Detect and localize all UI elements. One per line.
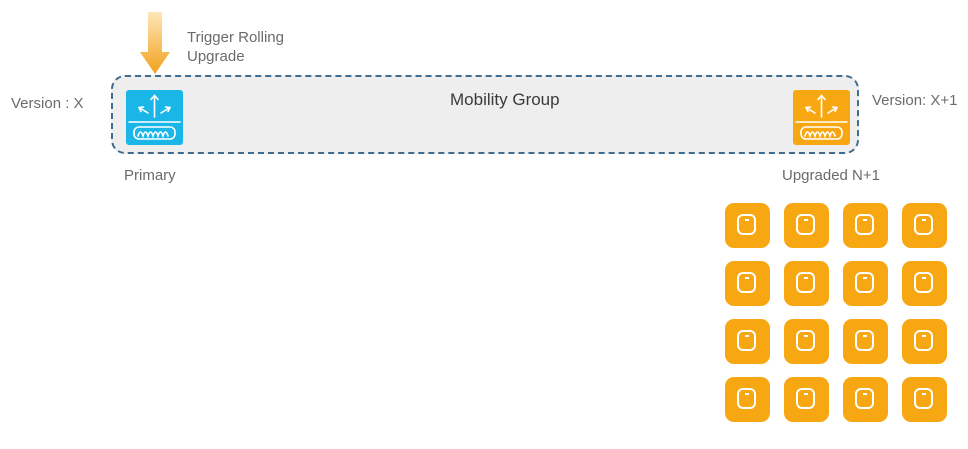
trigger-label-line2: Upgrade bbox=[187, 48, 245, 65]
access-point-glyph bbox=[855, 330, 874, 351]
access-point-icon bbox=[784, 377, 829, 422]
access-point-icon bbox=[784, 261, 829, 306]
access-point-glyph bbox=[737, 388, 756, 409]
upgraded-controller bbox=[793, 90, 850, 145]
access-point-icon bbox=[902, 319, 947, 364]
access-point-glyph bbox=[796, 388, 815, 409]
access-point-glyph bbox=[796, 272, 815, 293]
access-point-glyph bbox=[914, 272, 933, 293]
version-left-label: Version : X bbox=[11, 95, 84, 112]
access-point-glyph bbox=[914, 388, 933, 409]
access-point-glyph bbox=[796, 214, 815, 235]
access-point-glyph bbox=[914, 330, 933, 351]
mobility-group-title: Mobility Group bbox=[450, 90, 560, 109]
down-arrow-icon bbox=[140, 12, 170, 74]
access-point-icon bbox=[902, 261, 947, 306]
access-point-grid bbox=[725, 203, 947, 423]
access-point-glyph bbox=[855, 214, 874, 235]
access-point-icon bbox=[725, 377, 770, 422]
access-point-icon bbox=[902, 377, 947, 422]
access-point-icon bbox=[843, 203, 888, 248]
trigger-rolling-upgrade-label: Trigger Rolling Upgrade bbox=[187, 28, 284, 66]
access-point-glyph bbox=[855, 272, 874, 293]
wireless-controller-icon bbox=[795, 94, 848, 140]
upgraded-caption: Upgraded N+1 bbox=[782, 167, 880, 184]
wireless-controller-icon bbox=[128, 94, 181, 140]
primary-caption: Primary bbox=[124, 167, 176, 184]
access-point-icon bbox=[725, 319, 770, 364]
access-point-icon bbox=[843, 377, 888, 422]
primary-controller bbox=[126, 90, 183, 145]
access-point-glyph bbox=[737, 272, 756, 293]
mobility-group-container bbox=[111, 75, 859, 154]
access-point-glyph bbox=[737, 330, 756, 351]
access-point-icon bbox=[843, 261, 888, 306]
access-point-icon bbox=[725, 261, 770, 306]
access-point-glyph bbox=[737, 214, 756, 235]
version-right-label: Version: X+1 bbox=[872, 92, 958, 109]
access-point-glyph bbox=[855, 388, 874, 409]
trigger-label-line1: Trigger Rolling bbox=[187, 29, 284, 46]
access-point-icon bbox=[902, 203, 947, 248]
access-point-glyph bbox=[914, 214, 933, 235]
access-point-icon bbox=[843, 319, 888, 364]
access-point-icon bbox=[725, 203, 770, 248]
access-point-glyph bbox=[796, 330, 815, 351]
access-point-icon bbox=[784, 203, 829, 248]
access-point-icon bbox=[784, 319, 829, 364]
